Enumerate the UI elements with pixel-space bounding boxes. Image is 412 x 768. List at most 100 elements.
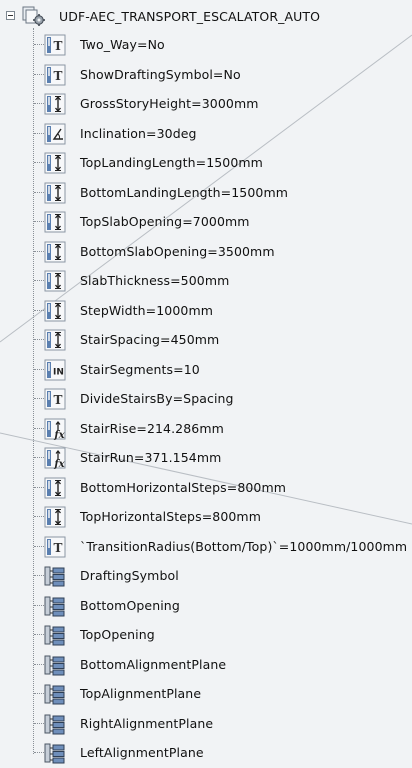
specification-tree: UDF-AEC_TRANSPORT_ESCALATOR_AUTO T Two_Wa… bbox=[0, 0, 412, 768]
tree-node-label: GrossStoryHeight=3000mm bbox=[80, 96, 259, 111]
tree-node-stairsegments[interactable]: IN StairSegments=10 bbox=[0, 357, 412, 383]
tree-node-label: RightAlignmentPlane bbox=[80, 715, 214, 731]
tree-node-transitionradius-bottom-top[interactable]: T `TransitionRadius(Bottom/Top)`=1000mm/1… bbox=[0, 534, 412, 560]
tree-node-bottomlandinglength[interactable]: BottomLandingLength=1500mm bbox=[0, 180, 412, 206]
tree-node-stairrise[interactable]: fx StairRise=214.286mm bbox=[0, 416, 412, 442]
tree-node-topopening[interactable]: TopOpening bbox=[0, 622, 412, 648]
tree-node-slabthickness[interactable]: SlabThickness=500mm bbox=[0, 268, 412, 294]
tree-node-label: ShowDraftingSymbol=No bbox=[80, 66, 241, 82]
formula-length-param-icon: fx bbox=[44, 447, 66, 469]
tree-node-label: DraftingSymbol bbox=[80, 568, 179, 583]
tree-branch-connector bbox=[34, 221, 44, 222]
text-param-icon: T bbox=[44, 34, 66, 56]
svg-text:fx: fx bbox=[53, 459, 65, 469]
tree-node-label: Two_Way=No bbox=[80, 37, 165, 52]
tree-node-label: TopAlignmentPlane bbox=[80, 686, 202, 701]
tree-node-draftingsymbol[interactable]: DraftingSymbol bbox=[0, 563, 412, 589]
tree-node-label: StairRise=214.286mm bbox=[80, 420, 224, 436]
tree-branch-connector bbox=[34, 634, 44, 635]
tree-node-label: TopSlabOpening=7000mm bbox=[80, 214, 250, 229]
tree-node-stairspacing[interactable]: StairSpacing=450mm bbox=[0, 327, 412, 353]
tree-branch-connector bbox=[34, 516, 44, 517]
tree-branch-connector bbox=[34, 132, 44, 134]
tree-node-label: LeftAlignmentPlane bbox=[80, 745, 204, 760]
geometry-set-icon bbox=[44, 596, 65, 616]
tree-node-showdraftingsymbol[interactable]: T ShowDraftingSymbol=No bbox=[0, 62, 412, 88]
tree-branch-connector bbox=[34, 191, 44, 193]
tree-branch-connector bbox=[34, 280, 44, 281]
tree-branch-connector bbox=[34, 339, 44, 340]
tree-node-topalignmentplane[interactable]: TopAlignmentPlane bbox=[0, 681, 412, 707]
tree-node-label: StepWidth=1000mm bbox=[80, 302, 214, 318]
tree-branch-connector bbox=[34, 44, 44, 45]
tree-node-bottomhorizontalsteps[interactable]: BottomHorizontalSteps=800mm bbox=[0, 475, 412, 501]
tree-node-label: StairRun=371.154mm bbox=[80, 450, 222, 465]
tree-branch-connector bbox=[34, 575, 44, 576]
tree-node-label: Inclination=30deg bbox=[80, 125, 197, 141]
geometry-set-icon bbox=[44, 625, 65, 646]
svg-text:fx: fx bbox=[53, 430, 65, 440]
geometry-set-icon bbox=[44, 566, 65, 587]
tree-root-node[interactable]: UDF-AEC_TRANSPORT_ESCALATOR_AUTO bbox=[0, 4, 412, 30]
tree-node-label: SlabThickness=500mm bbox=[80, 273, 230, 288]
length-param-icon bbox=[44, 93, 66, 115]
length-param-icon bbox=[44, 506, 66, 528]
tree-branch-connector bbox=[34, 162, 44, 163]
tree-node-leftalignmentplane[interactable]: LeftAlignmentPlane bbox=[0, 740, 412, 766]
tree-branch-connector bbox=[34, 457, 44, 458]
tree-node-rightalignmentplane[interactable]: RightAlignmentPlane bbox=[0, 711, 412, 737]
tree-branch-connector bbox=[34, 486, 44, 488]
udf-gear-icon bbox=[22, 6, 45, 26]
length-param-icon bbox=[44, 241, 66, 262]
tree-branch-connector bbox=[34, 368, 44, 370]
tree-node-bottomslabopening[interactable]: BottomSlabOpening=3500mm bbox=[0, 239, 412, 265]
tree-branch-connector bbox=[34, 693, 44, 694]
tree-node-label: `TransitionRadius(Bottom/Top)`=1000mm/10… bbox=[80, 538, 408, 554]
tree-node-label: BottomLandingLength=1500mm bbox=[80, 184, 289, 200]
tree-branch-connector bbox=[34, 722, 44, 724]
tree-branch-connector bbox=[34, 545, 44, 547]
tree-node-stairrun[interactable]: fx StairRun=371.154mm bbox=[0, 445, 412, 471]
tree-node-two-way[interactable]: T Two_Way=No bbox=[0, 32, 412, 58]
tree-branch-connector bbox=[34, 309, 44, 311]
tree-branch-connector bbox=[34, 427, 44, 429]
geometry-set-icon bbox=[44, 655, 65, 675]
tree-branch-connector bbox=[34, 604, 44, 606]
geometry-set-icon bbox=[44, 743, 65, 764]
tree-node-inclination[interactable]: Inclination=30deg bbox=[0, 121, 412, 147]
length-param-icon bbox=[44, 152, 66, 174]
tree-node-label: BottomHorizontalSteps=800mm bbox=[80, 479, 287, 495]
length-param-icon bbox=[44, 211, 66, 233]
tree-node-bottomalignmentplane[interactable]: BottomAlignmentPlane bbox=[0, 652, 412, 678]
tree-node-tophorizontalsteps[interactable]: TopHorizontalSteps=800mm bbox=[0, 504, 412, 530]
length-param-icon bbox=[44, 477, 66, 498]
length-param-icon bbox=[44, 270, 66, 292]
tree-node-label: BottomSlabOpening=3500mm bbox=[80, 243, 275, 259]
tree-node-label: StairSpacing=450mm bbox=[80, 332, 220, 347]
tree-node-label: TopOpening bbox=[80, 627, 155, 642]
tree-branch-connector bbox=[34, 752, 44, 753]
geometry-set-icon bbox=[44, 684, 65, 705]
svg-text:T: T bbox=[54, 39, 63, 53]
tree-node-label: DivideStairsBy=Spacing bbox=[80, 391, 234, 406]
length-param-icon bbox=[44, 329, 66, 351]
length-param-icon bbox=[44, 182, 66, 203]
tree-node-grossstoryheight[interactable]: GrossStoryHeight=3000mm bbox=[0, 91, 412, 117]
tree-node-bottomopening[interactable]: BottomOpening bbox=[0, 593, 412, 619]
tree-branch-connector bbox=[34, 663, 44, 665]
text-param-icon: T bbox=[44, 64, 66, 85]
tree-node-label: StairSegments=10 bbox=[80, 361, 200, 377]
tree-branch-connector bbox=[34, 250, 44, 252]
tree-node-toplandinglength[interactable]: TopLandingLength=1500mm bbox=[0, 150, 412, 176]
tree-node-label: BottomOpening bbox=[80, 597, 180, 613]
tree-node-topslabopening[interactable]: TopSlabOpening=7000mm bbox=[0, 209, 412, 235]
collapse-toggle-icon[interactable] bbox=[6, 11, 15, 20]
tree-node-stepwidth[interactable]: StepWidth=1000mm bbox=[0, 298, 412, 324]
tree-root-label: UDF-AEC_TRANSPORT_ESCALATOR_AUTO bbox=[59, 9, 321, 24]
text-param-icon: T bbox=[44, 388, 66, 410]
length-param-icon bbox=[44, 300, 66, 321]
text-param-icon: T bbox=[44, 536, 66, 557]
tree-branch-connector bbox=[34, 398, 44, 399]
tree-node-dividestairsby[interactable]: T DivideStairsBy=Spacing bbox=[0, 386, 412, 412]
tree-branch-connector bbox=[34, 73, 44, 75]
